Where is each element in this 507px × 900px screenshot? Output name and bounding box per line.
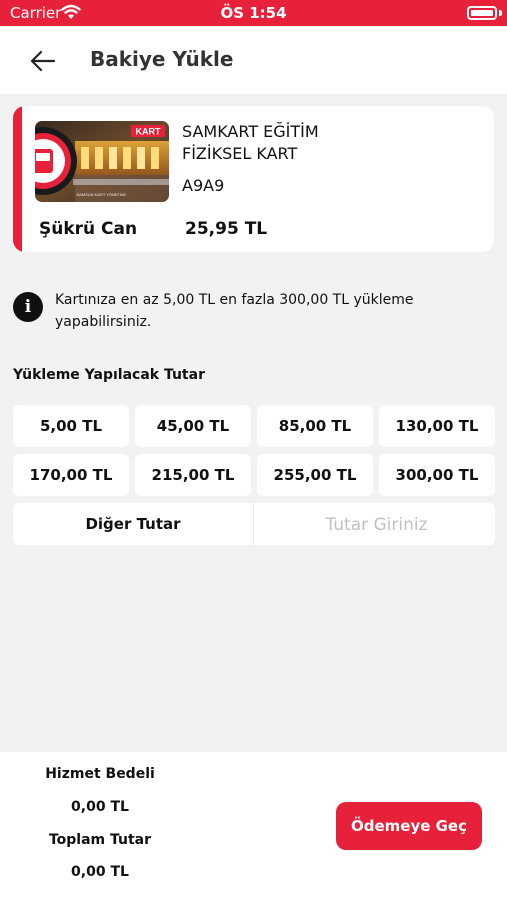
- card-title-line-2: FİZİKSEL KART: [182, 144, 298, 163]
- amount-option-button[interactable]: 215,00 TL: [135, 454, 251, 496]
- proceed-to-payment-button[interactable]: Ödemeye Geç: [336, 802, 482, 850]
- page-title: Bakiye Yükle: [90, 47, 234, 71]
- card-image: KART SAMSUN KART YÖNETİMİ: [35, 121, 169, 202]
- total-amount-value: 0,00 TL: [71, 864, 129, 880]
- card-balance: 25,95 TL: [185, 219, 268, 239]
- card-panel[interactable]: KART SAMSUN KART YÖNETİMİ SAMKART EĞİTİM…: [13, 106, 494, 252]
- amount-section-label: Yükleme Yapılacak Tutar: [13, 367, 205, 383]
- card-title-line-1: SAMKART EĞİTİM: [182, 122, 319, 141]
- battery-tip: [499, 10, 502, 16]
- card-title: SAMKART EĞİTİM FİZİKSEL KART: [182, 121, 319, 165]
- amount-option-button[interactable]: 130,00 TL: [379, 405, 495, 447]
- amount-option-button[interactable]: 45,00 TL: [135, 405, 251, 447]
- card-accent-bar: [13, 106, 22, 252]
- service-fee-value: 0,00 TL: [71, 799, 129, 815]
- amount-option-button[interactable]: 300,00 TL: [379, 454, 495, 496]
- card-owner-name: Şükrü Can: [39, 219, 138, 239]
- back-arrow-icon[interactable]: [26, 44, 60, 78]
- info-message: Kartınıza en az 5,00 TL en fazla 300,00 …: [55, 292, 414, 330]
- amount-option-button[interactable]: 85,00 TL: [257, 405, 373, 447]
- card-brand-text: KART: [136, 127, 161, 137]
- amount-option-button[interactable]: 255,00 TL: [257, 454, 373, 496]
- status-time: ÖS 1:54: [220, 4, 287, 22]
- amount-option-button[interactable]: 170,00 TL: [13, 454, 129, 496]
- other-amount-row: Diğer Tutar: [13, 503, 499, 547]
- amount-option-button[interactable]: 5,00 TL: [13, 405, 129, 447]
- card-code: A9A9: [182, 176, 225, 195]
- info-icon: i: [13, 292, 43, 322]
- card-image-caption: SAMSUN KART YÖNETİMİ: [76, 192, 125, 197]
- payment-footer: Hizmet Bedeli 0,00 TL Toplam Tutar 0,00 …: [0, 752, 507, 900]
- battery-icon: [467, 6, 497, 20]
- total-amount-label: Toplam Tutar: [48, 832, 152, 848]
- service-fee-label: Hizmet Bedeli: [45, 766, 155, 782]
- navigation-bar: Bakiye Yükle: [0, 26, 507, 94]
- status-bar: Carrier ÖS 1:54: [0, 0, 507, 26]
- amount-input[interactable]: [254, 503, 499, 547]
- other-amount-button[interactable]: Diğer Tutar: [13, 503, 253, 545]
